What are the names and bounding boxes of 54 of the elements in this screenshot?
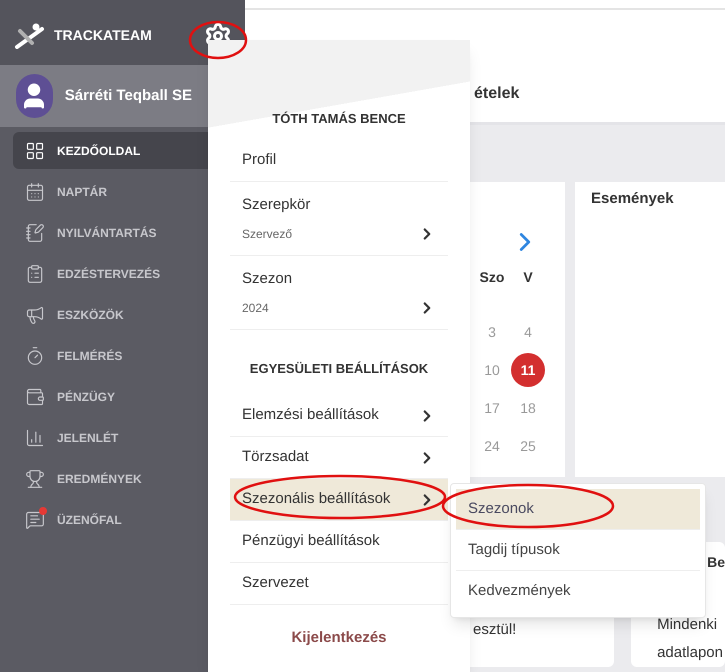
timer-icon — [25, 346, 45, 366]
calendar-day[interactable]: 18 — [520, 398, 536, 418]
menu-item[interactable]: Elemzési beállítások — [230, 395, 448, 437]
menu-item[interactable]: Pénzügyi beállítások — [230, 521, 448, 563]
megaphone-icon — [25, 304, 45, 324]
menu-item[interactable]: Szezonális beállítások — [230, 479, 448, 521]
card-text: Mindenki — [657, 615, 718, 635]
menu-item[interactable]: Profil — [230, 140, 448, 182]
chart-icon — [25, 428, 45, 448]
sidebar-item[interactable]: PÉNZÜGY — [13, 378, 208, 415]
menu-section-title: EGYESÜLETI BEÁLLÍTÁSOK — [250, 360, 428, 378]
section-title: ételek — [474, 84, 520, 104]
sidebar-item[interactable]: NYILVÁNTARTÁS — [13, 214, 208, 251]
clipboard-icon — [25, 264, 45, 284]
logo-icon — [14, 22, 46, 48]
weekday-label: V — [522, 268, 534, 287]
grid-icon — [25, 140, 45, 160]
sidebar-item[interactable]: KEZDŐOLDAL — [13, 132, 208, 169]
menu-item[interactable]: Szezon 2024 — [230, 256, 448, 330]
avatar-icon — [16, 74, 53, 118]
sidebar-item[interactable]: NAPTÁR — [13, 173, 208, 210]
events-title: Események — [591, 190, 674, 207]
trophy-icon — [25, 468, 45, 488]
calendar-day[interactable]: 24 — [484, 436, 500, 456]
notebook-icon — [25, 222, 45, 242]
weekday-label: Szo — [478, 268, 506, 287]
calendar-day[interactable]: 17 — [484, 398, 500, 418]
card-title: Be — [707, 553, 725, 572]
calendar-day[interactable]: 11 — [511, 353, 545, 387]
sidebar-item[interactable]: EDZÉSTERVEZÉS — [13, 255, 208, 292]
submenu-item[interactable]: Szezonok — [456, 489, 700, 530]
user-name: TÓTH TAMÁS BENCE — [272, 110, 406, 128]
sidebar-item[interactable]: FELMÉRÉS — [13, 337, 208, 374]
calendar-day[interactable]: 4 — [524, 322, 532, 342]
sidebar-item[interactable]: EREDMÉNYEK — [13, 460, 208, 497]
card-text: esztül! — [473, 620, 518, 640]
sidebar-item[interactable]: ÜZENŐFAL — [13, 501, 208, 538]
annotation-ellipse — [188, 20, 248, 60]
submenu-item[interactable]: Kedvezmények — [456, 571, 700, 612]
menu-item[interactable]: Szervezet — [230, 563, 448, 605]
calendar-icon — [25, 182, 45, 202]
calendar-day[interactable]: 25 — [520, 436, 536, 456]
wallet-icon — [25, 386, 45, 406]
sidebar-item[interactable]: JELENLÉT — [13, 419, 208, 456]
team-name: Sárréti Teqball SE — [64, 86, 192, 106]
calendar-day[interactable]: 10 — [484, 360, 500, 380]
logout-button[interactable]: Kijelentkezés — [291, 627, 387, 650]
card-text: adatlapon — [657, 643, 724, 663]
calendar-day[interactable]: 3 — [488, 322, 496, 342]
submenu-item[interactable]: Tagdij típusok — [456, 530, 700, 571]
chat-icon — [25, 510, 45, 530]
menu-item[interactable]: Szerepkör Szervező — [230, 182, 448, 256]
brand-name: TRACKATEAM — [54, 26, 152, 45]
sidebar-item[interactable]: ESZKÖZÖK — [13, 296, 208, 333]
